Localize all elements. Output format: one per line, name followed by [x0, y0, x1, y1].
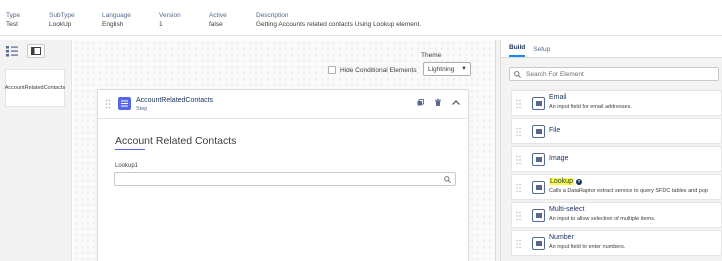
element-number-name: Number [549, 234, 574, 241]
right-panel: Build Setup Search For Element Email An … [501, 40, 722, 261]
meta-language-label: Language [102, 12, 131, 19]
element-lookup-name-wrap: Lookup? [549, 178, 582, 185]
left-panel-toolbar [0, 40, 71, 62]
element-email-desc: An input field for email addresses. [549, 104, 632, 110]
hierarchy-icon[interactable] [5, 45, 19, 57]
element-image[interactable]: Image [511, 146, 722, 172]
element-number[interactable]: Number An input field to enter numbers. [511, 230, 722, 256]
step-type: Step [136, 106, 148, 112]
number-icon [532, 237, 545, 250]
drag-handle-icon[interactable] [516, 211, 521, 221]
email-icon [532, 97, 545, 110]
step-card[interactable]: AccountRelatedContacts Step Account Rela… [97, 89, 469, 261]
file-icon [532, 125, 545, 138]
element-lookup-desc: Calls a DataRaptor extract service to qu… [549, 188, 708, 194]
drag-handle-icon[interactable] [105, 99, 111, 109]
step-name: AccountRelatedContacts [136, 97, 214, 104]
chevron-down-icon: ▼ [461, 66, 467, 72]
element-lookup[interactable]: Lookup? Calls a DataRaptor extract servi… [511, 174, 722, 200]
meta-version-value: 1 [159, 21, 163, 28]
meta-description-value: Getting Accounts related contacts Using … [256, 21, 422, 28]
lookup-label: Lookup1 [115, 163, 139, 169]
delete-icon[interactable] [435, 99, 441, 106]
meta-active-label: Active [209, 12, 227, 19]
search-icon [444, 176, 451, 183]
meta-language: Language English [102, 11, 131, 29]
drag-handle-icon[interactable] [516, 127, 521, 137]
element-lookup-name: Lookup [549, 178, 574, 185]
step-actions [417, 99, 460, 106]
meta-language-value: English [102, 21, 124, 28]
meta-active-value: false [209, 21, 223, 28]
meta-subtype-label: SubType [49, 12, 75, 19]
section-title: Account Related Contacts [115, 135, 237, 147]
meta-subtype-value: LookUp [49, 21, 72, 28]
meta-version: Version 1 [159, 11, 181, 29]
lookup-icon [532, 181, 545, 194]
theme-select[interactable]: Lightning ▼ [423, 62, 471, 76]
multi-select-icon [532, 209, 545, 222]
meta-description-label: Description [256, 12, 289, 19]
hide-conditional-toggle[interactable]: Hide Conditional Elements [328, 66, 417, 74]
element-number-desc: An input field to enter numbers. [549, 244, 626, 250]
step-header: AccountRelatedContacts Step [98, 90, 468, 119]
meta-type: Type Test [6, 11, 20, 29]
design-canvas: Theme Hide Conditional Elements Lightnin… [73, 40, 495, 261]
theme-label: Theme [421, 52, 442, 59]
hide-conditional-label: Hide Conditional Elements [340, 66, 417, 74]
meta-version-label: Version [159, 12, 181, 19]
meta-active: Active false [209, 11, 227, 29]
element-file-name: File [549, 127, 561, 134]
metadata-bar: Type Test SubType LookUp Language Englis… [0, 0, 722, 36]
element-file[interactable]: File [511, 118, 722, 144]
meta-subtype: SubType LookUp [49, 11, 75, 29]
help-icon[interactable]: ? [575, 179, 582, 185]
meta-type-value: Test [6, 21, 18, 28]
left-panel: AccountRelatedContacts [0, 40, 72, 261]
element-email-name: Email [549, 94, 567, 101]
search-icon [514, 71, 521, 78]
tab-build[interactable]: Build [509, 44, 526, 57]
panel-layout-icon[interactable] [27, 44, 45, 58]
element-multi-select[interactable]: Multi-select An input to allow selection… [511, 202, 722, 228]
element-multi-select-desc: An input to allow selection of multiple … [549, 216, 656, 222]
meta-type-label: Type [6, 12, 21, 19]
drag-handle-icon[interactable] [516, 239, 521, 249]
step-thumbnail-label: AccountRelatedContacts [4, 85, 66, 91]
drag-handle-icon[interactable] [516, 99, 521, 109]
element-email[interactable]: Email An input field for email addresses… [511, 90, 722, 116]
chevron-up-icon[interactable] [452, 100, 460, 105]
element-image-name: Image [549, 155, 569, 162]
right-panel-tabs: Build Setup [501, 40, 722, 58]
drag-handle-icon[interactable] [516, 155, 521, 165]
step-thumbnail[interactable]: AccountRelatedContacts [5, 69, 65, 107]
step-icon [118, 97, 131, 110]
element-multi-select-name: Multi-select [549, 206, 585, 213]
meta-description: Description Getting Accounts related con… [256, 11, 421, 29]
hide-conditional-checkbox[interactable] [328, 66, 336, 74]
tab-setup[interactable]: Setup [533, 46, 550, 57]
theme-select-value: Lightning [428, 65, 455, 73]
clone-icon[interactable] [417, 99, 424, 106]
image-icon [532, 153, 545, 166]
drag-handle-icon[interactable] [516, 183, 521, 193]
search-placeholder: Search For Element [526, 70, 584, 78]
lookup-input[interactable] [114, 172, 456, 186]
section-title-underline [115, 149, 145, 150]
element-search-input[interactable]: Search For Element [509, 67, 719, 81]
element-list: Email An input field for email addresses… [511, 90, 722, 258]
